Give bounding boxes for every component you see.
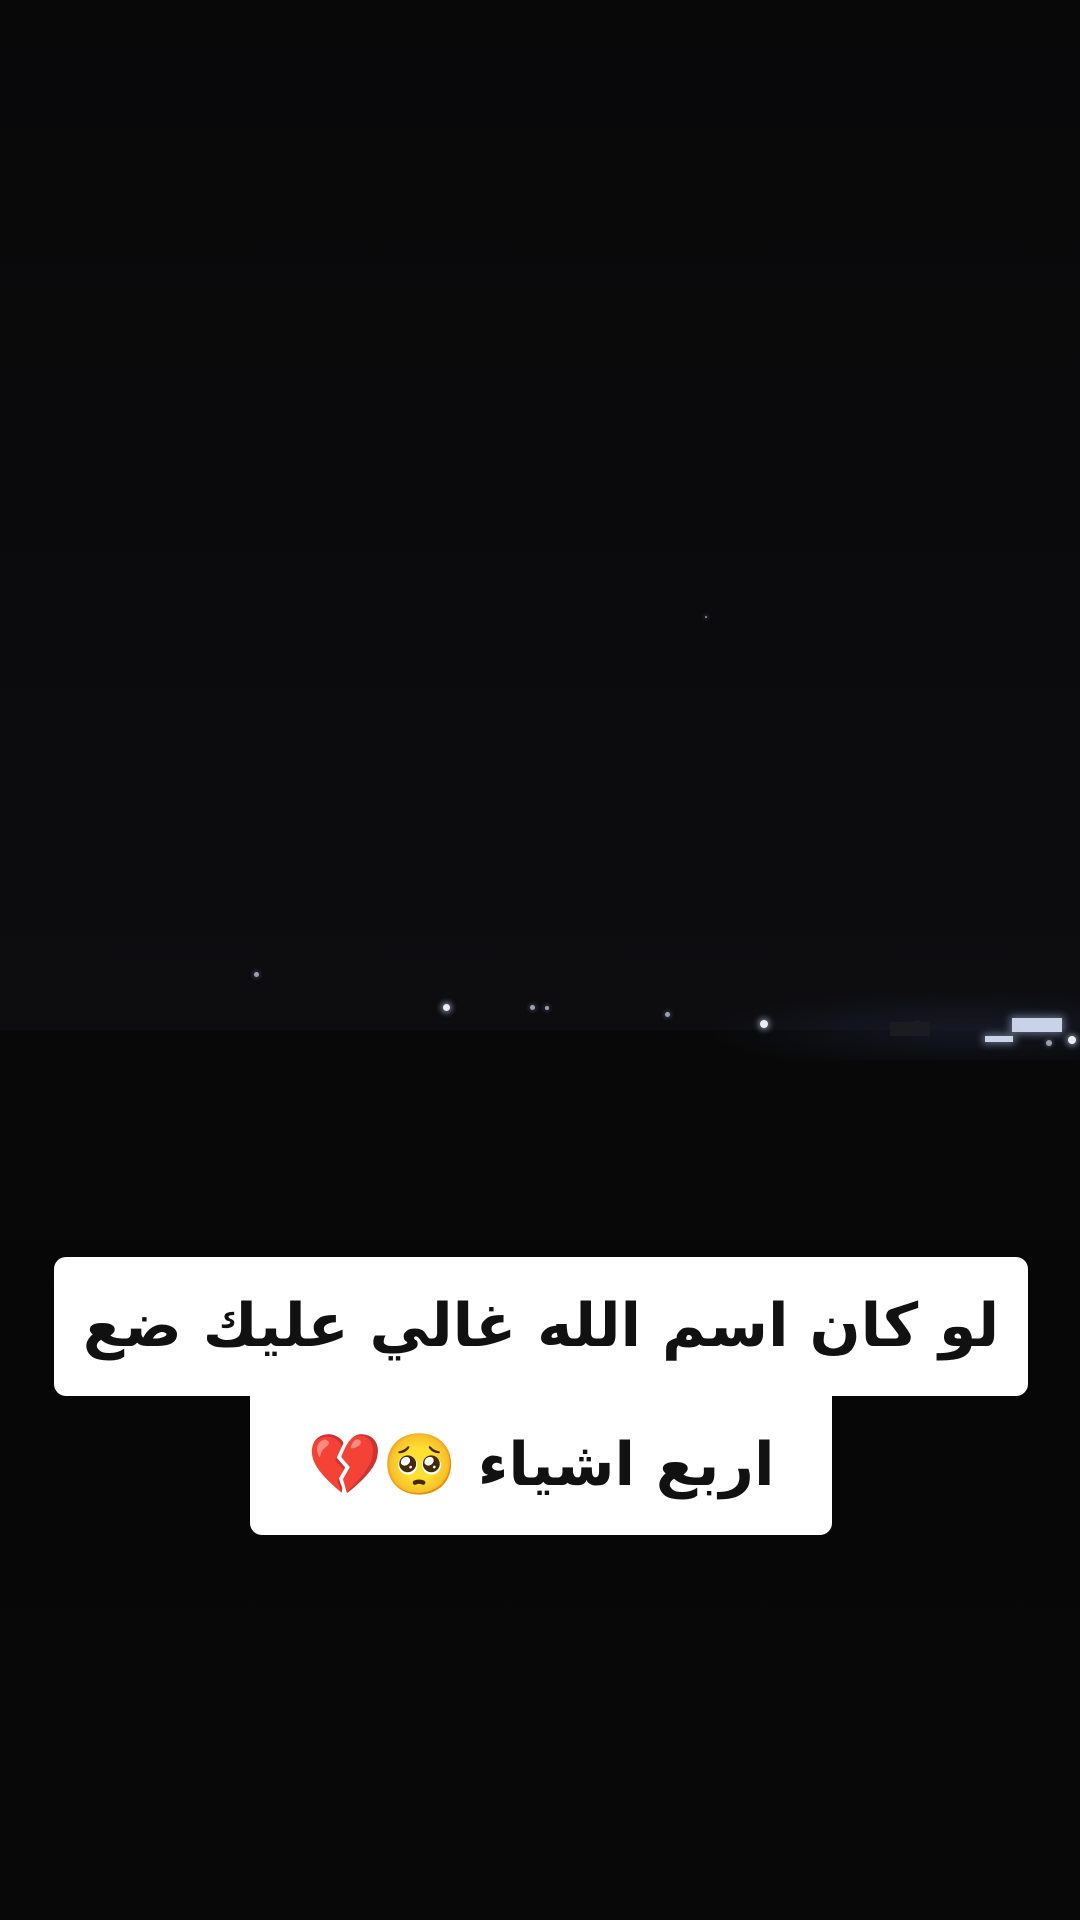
distant-building: [890, 1022, 930, 1036]
lit-building: [1012, 1018, 1062, 1032]
distant-light: [545, 1006, 549, 1010]
night-sky: [0, 0, 1080, 1030]
night-scene: [0, 0, 1080, 1920]
lit-building: [985, 1036, 1013, 1042]
distant-light: [530, 1005, 535, 1010]
distant-light: [443, 1004, 450, 1011]
caption-line-1: لو كان اسم الله غالي عليك ضع: [54, 1257, 1028, 1396]
distant-light: [760, 1020, 768, 1028]
distant-light: [1068, 1036, 1076, 1044]
distant-light: [665, 1012, 670, 1017]
distant-light: [705, 616, 707, 618]
distant-light: [1046, 1040, 1052, 1046]
distant-light: [254, 972, 259, 977]
caption-line-2: اربع اشياء 🥺💔: [250, 1396, 832, 1535]
